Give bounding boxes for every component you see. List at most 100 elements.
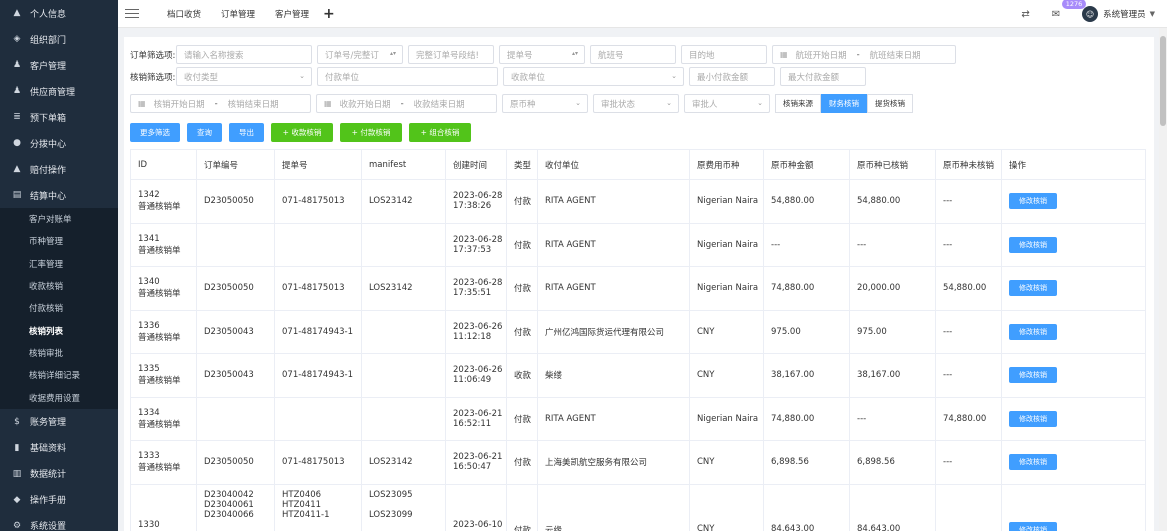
cell-unit: 上海美凯航空服务有限公司 bbox=[537, 440, 690, 485]
avatar[interactable]: ☺ bbox=[1082, 6, 1099, 22]
column-header[interactable]: 提单号 bbox=[274, 149, 362, 180]
column-header[interactable]: 类型 bbox=[506, 149, 538, 180]
export-button[interactable]: 导出 bbox=[229, 123, 264, 142]
sidebar-item-bottom-1[interactable]: ▮ 基础资料 bbox=[0, 435, 118, 461]
sidebar-subitem-1[interactable]: 币种管理 bbox=[0, 230, 118, 252]
add-tab-icon[interactable]: + bbox=[323, 6, 335, 22]
notification-badge: 1276 bbox=[1061, 0, 1087, 9]
cell-bill bbox=[274, 397, 362, 441]
cell-created: 2023-06-10 bbox=[445, 484, 507, 531]
table-row[interactable]: 1335 普通核销单 D23050043 071-48174943-1 2023-06-… bbox=[130, 353, 1146, 398]
cell-created: 2023-06-26 11:06:49 bbox=[445, 353, 507, 398]
pay-unit-input[interactable]: 付款单位 bbox=[317, 67, 498, 86]
table-row[interactable]: 1342 普通核销单 D23050050 071-48175013 LOS23142 20… bbox=[130, 179, 1146, 224]
table-row[interactable]: 1334 普通核销单 2023-06-21 16:52:11 付款 RITA AGENT N… bbox=[130, 397, 1146, 441]
calendar-icon: ▦ bbox=[138, 99, 146, 108]
cell-type: 收款 bbox=[506, 353, 538, 398]
sidebar-subitem-8[interactable]: 收据费用设置 bbox=[0, 386, 118, 408]
table-row[interactable]: 1336 普通核销单 D23050043 071-48174943-1 2023-06-… bbox=[130, 310, 1146, 354]
destination-input[interactable]: 目的地 bbox=[681, 45, 767, 64]
seg-pickup-verify[interactable]: 提货核销 bbox=[867, 94, 913, 113]
sidebar-item-top-1[interactable]: ◈ 组织部门 bbox=[0, 26, 118, 52]
column-header[interactable]: ID bbox=[130, 149, 197, 180]
currency-select[interactable]: 原币种 ⌄ bbox=[502, 94, 588, 113]
min-amount-input[interactable]: 最小付款金额 bbox=[689, 67, 775, 86]
recv-date-range[interactable]: ▦ 收款开始日期 - 收款结束日期 bbox=[316, 94, 497, 113]
column-header[interactable]: 收付单位 bbox=[537, 149, 690, 180]
edit-verify-button[interactable]: 修改核销 bbox=[1009, 410, 1057, 427]
edit-verify-button[interactable]: 修改核销 bbox=[1009, 236, 1057, 253]
auditor-select[interactable]: 审批人 ⌄ bbox=[684, 94, 770, 113]
column-header[interactable]: 原币种未核销 bbox=[935, 149, 1002, 180]
pay-type-select[interactable]: 收付类型 ⌄ bbox=[176, 67, 312, 86]
column-header[interactable]: manifest bbox=[361, 149, 446, 180]
sidebar-subitem-7[interactable]: 核销详细记录 bbox=[0, 364, 118, 386]
sidebar-item-bottom-0[interactable]: $ 账务管理 bbox=[0, 409, 118, 435]
flight-no-input[interactable]: 航班号 bbox=[590, 45, 676, 64]
max-amount-input[interactable]: 最大付款金额 bbox=[780, 67, 866, 86]
recv-verify-button[interactable]: + 收款核销 bbox=[271, 123, 333, 142]
sidebar-subitem-3[interactable]: 收款核销 bbox=[0, 275, 118, 297]
sidebar-item-top-4[interactable]: ≣ 预下单箱 bbox=[0, 104, 118, 130]
audit-status-select[interactable]: 审批状态 ⌄ bbox=[593, 94, 679, 113]
mail-icon[interactable]: ✉ 1276 bbox=[1052, 0, 1087, 20]
sidebar-subitem-5[interactable]: 核销列表 bbox=[0, 319, 118, 341]
flight-date-range[interactable]: ▦ 航班开始日期 - 航班结束日期 bbox=[772, 45, 956, 64]
sidebar-item-top-3[interactable]: ♟ 供应商管理 bbox=[0, 78, 118, 104]
column-header[interactable]: 原币种已核销 bbox=[849, 149, 936, 180]
sidebar-item-bottom-2[interactable]: ▥ 数据统计 bbox=[0, 461, 118, 487]
tab-order-management[interactable]: 订单管理 bbox=[221, 8, 255, 20]
name-search-input[interactable]: 请输入名称搜索 bbox=[176, 45, 312, 64]
sidebar-item-top-5[interactable]: ● 分拨中心 bbox=[0, 130, 118, 156]
table-row[interactable]: 1340 普通核销单 D23050050 071-48175013 LOS23142 20… bbox=[130, 266, 1146, 311]
table-row[interactable]: 1333 普通核销单 D23050050 071-48175013 LOS23142 20… bbox=[130, 440, 1146, 485]
order-no-input[interactable]: 订单号/完整订 ▴▾ bbox=[317, 45, 403, 64]
cell-action: 修改核销 bbox=[1001, 179, 1146, 224]
sidebar-item-top-0[interactable]: ▲ 个人信息 bbox=[0, 0, 118, 26]
tab-stall-receiving[interactable]: 档口收货 bbox=[167, 8, 201, 20]
edit-verify-button[interactable]: 修改核销 bbox=[1009, 280, 1057, 297]
cell-manifest bbox=[361, 310, 446, 354]
cell-amount: 38,167.00 bbox=[763, 353, 850, 398]
sidebar-item-bottom-3[interactable]: ◆ 操作手册 bbox=[0, 487, 118, 513]
seg-finance-verify[interactable]: 财务核销 bbox=[821, 94, 867, 113]
chevron-down-icon[interactable]: ▼ bbox=[1150, 10, 1155, 18]
seg-verify-source[interactable]: 核销来源 bbox=[775, 94, 821, 113]
hamburger-menu-icon[interactable] bbox=[125, 8, 139, 19]
sidebar-subitem-0[interactable]: 客户对账单 bbox=[0, 208, 118, 230]
table-row[interactable]: 1341 普通核销单 2023-06-28 17:37:53 付款 RITA AGENT N… bbox=[130, 223, 1146, 267]
column-header[interactable]: 创建时间 bbox=[445, 149, 507, 180]
column-header[interactable]: 原费用币种 bbox=[689, 149, 764, 180]
column-header[interactable]: 原币种金额 bbox=[763, 149, 850, 180]
sidebar-subitem-6[interactable]: 核销审批 bbox=[0, 342, 118, 364]
full-order-range-input[interactable]: 完整订单号段结! bbox=[408, 45, 494, 64]
tag-icon: ◆ bbox=[13, 494, 21, 505]
username[interactable]: 系统管理员 bbox=[1103, 8, 1146, 20]
table-row[interactable]: 1330 D23040042 D23040061 D23040066 HTZ0406 HT… bbox=[130, 484, 1146, 531]
tab-customer-management[interactable]: 客户管理 bbox=[275, 8, 309, 20]
combo-verify-button[interactable]: + 组合核销 bbox=[409, 123, 471, 142]
sidebar-subitem-2[interactable]: 汇率管理 bbox=[0, 253, 118, 275]
cell-created: 2023-06-28 17:37:53 bbox=[445, 223, 507, 267]
edit-verify-button[interactable]: 修改核销 bbox=[1009, 323, 1057, 340]
column-header[interactable]: 订单编号 bbox=[196, 149, 275, 180]
sidebar-item-bottom-4[interactable]: ⚙ 系统设置 bbox=[0, 513, 118, 531]
edit-verify-button[interactable]: 修改核销 bbox=[1009, 193, 1057, 210]
sidebar-item-top-6[interactable]: ▲ 赔付操作 bbox=[0, 156, 118, 182]
cell-unverified: 74,880.00 bbox=[935, 397, 1002, 441]
column-header[interactable]: 操作 bbox=[1001, 149, 1146, 180]
sidebar-item-top-2[interactable]: ♟ 客户管理 bbox=[0, 52, 118, 78]
edit-verify-button[interactable]: 修改核销 bbox=[1009, 367, 1057, 384]
more-filters-button[interactable]: 更多筛选 bbox=[130, 123, 180, 142]
query-button[interactable]: 查询 bbox=[187, 123, 222, 142]
edit-verify-button[interactable]: 修改核销 bbox=[1009, 454, 1057, 471]
recv-unit-select[interactable]: 收款单位 ⌄ bbox=[503, 67, 684, 86]
edit-verify-button[interactable]: 修改核销 bbox=[1009, 521, 1057, 531]
sidebar-subitem-4[interactable]: 付款核销 bbox=[0, 297, 118, 319]
bill-no-input[interactable]: 提单号 ▴▾ bbox=[499, 45, 585, 64]
sidebar-item-top-7[interactable]: ▤ 结算中心 bbox=[0, 182, 118, 208]
pay-verify-button[interactable]: + 付款核销 bbox=[340, 123, 402, 142]
page-scrollbar[interactable] bbox=[1159, 28, 1167, 531]
verify-date-range[interactable]: ▦ 核销开始日期 - 核销结束日期 bbox=[130, 94, 311, 113]
translate-icon[interactable]: ⇄ bbox=[1021, 9, 1029, 20]
